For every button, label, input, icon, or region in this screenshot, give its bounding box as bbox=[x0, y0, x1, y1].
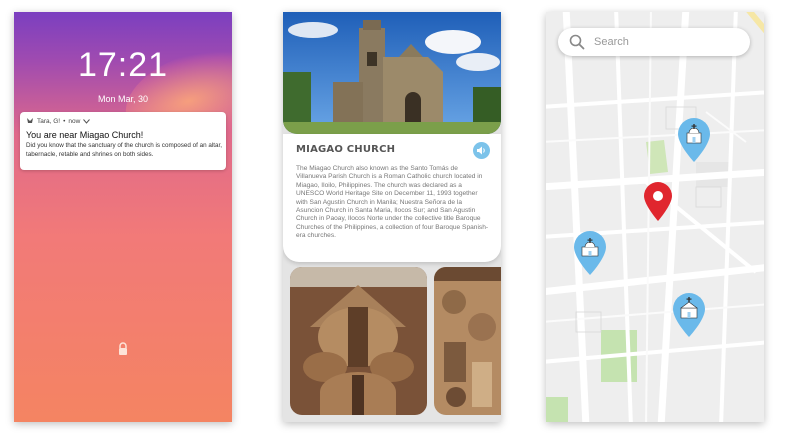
lockscreen-phone: 17:21 Mon Mar, 30 Tara, G! • now You are… bbox=[14, 12, 232, 422]
speaker-icon bbox=[477, 146, 485, 155]
notification-app-name: Tara, G! bbox=[37, 117, 61, 125]
notification-card[interactable]: Tara, G! • now You are near Miagao Churc… bbox=[20, 112, 226, 170]
audio-button[interactable] bbox=[473, 142, 490, 159]
church-landmark-pin[interactable] bbox=[572, 230, 608, 281]
app-icon bbox=[27, 118, 33, 123]
lock-icon[interactable] bbox=[117, 342, 129, 356]
clock-date: Mon Mar, 30 bbox=[97, 94, 149, 104]
church-hero-photo bbox=[283, 12, 501, 134]
church-title: MIAGAO CHURCH bbox=[296, 144, 396, 155]
church-description: The Miagao Church also known as the Sant… bbox=[296, 165, 489, 240]
chevron-down-icon[interactable] bbox=[83, 118, 91, 124]
church-info-card: MIAGAO CHURCH The Miagao Church also kno… bbox=[283, 134, 501, 262]
notification-body: Did you know that the sanctuary of the c… bbox=[26, 142, 223, 158]
search-icon bbox=[569, 34, 585, 50]
notification-title: You are near Miagao Church! bbox=[26, 130, 144, 140]
church-facade-photo[interactable] bbox=[290, 267, 427, 415]
dot-separator-icon: • bbox=[63, 117, 66, 125]
church-info-phone: MIAGAO CHURCH The Miagao Church also kno… bbox=[283, 12, 501, 422]
church-detail-photo[interactable] bbox=[434, 267, 501, 415]
map-phone: Search bbox=[546, 12, 764, 422]
location-marker-icon bbox=[644, 182, 672, 221]
church-landmark-pin[interactable] bbox=[671, 292, 707, 343]
church-landmark-pin[interactable] bbox=[676, 117, 712, 168]
notification-time: now bbox=[68, 117, 81, 125]
current-location-pin[interactable] bbox=[643, 182, 673, 227]
notification-header: Tara, G! • now bbox=[26, 117, 91, 125]
clock-time: 17:21 bbox=[77, 46, 169, 84]
search-bar[interactable]: Search bbox=[558, 28, 750, 56]
search-input[interactable]: Search bbox=[594, 36, 629, 48]
